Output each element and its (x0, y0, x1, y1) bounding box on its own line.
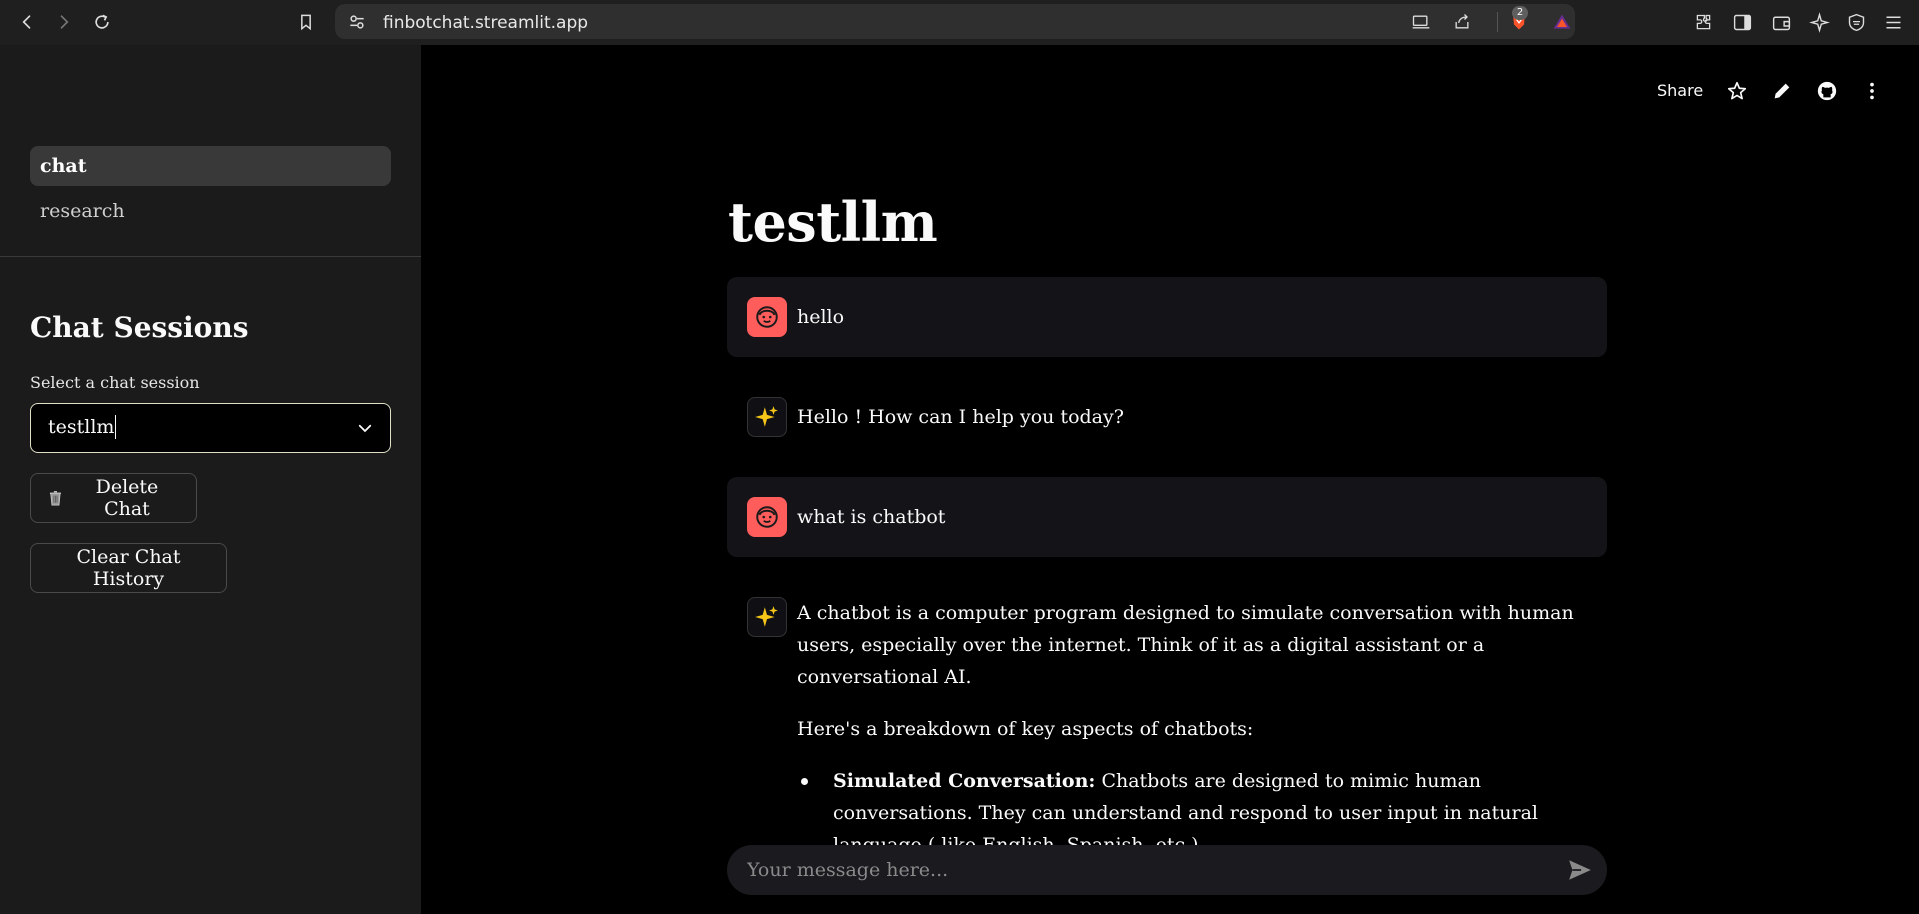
wallet-icon (1772, 16, 1790, 30)
wallet-button[interactable] (1768, 9, 1794, 35)
site-settings-icon[interactable] (347, 12, 367, 32)
github-icon (1817, 81, 1837, 101)
url-text[interactable]: finbotchat.streamlit.app (383, 13, 588, 33)
message-text: Hello ! How can I help you today? (797, 406, 1124, 428)
edit-button[interactable] (1770, 79, 1794, 103)
back-arrow-icon (22, 15, 31, 29)
sidebar: chat research Chat Sessions Select a cha… (0, 45, 421, 914)
page-title: testllm (728, 190, 938, 254)
puzzle-icon (1696, 14, 1710, 29)
sidebar-toggle-button[interactable] (1729, 9, 1755, 35)
star-icon (1727, 81, 1747, 100)
sidebar-item-research[interactable]: research (30, 191, 391, 231)
message-paragraph: A chatbot is a computer program designed… (797, 602, 1574, 688)
chat-message-assistant: Hello ! How can I help you today? (727, 377, 1607, 457)
message-text: hello (797, 306, 845, 328)
reload-icon (95, 14, 109, 29)
clear-chat-label: Clear Chat History (76, 546, 181, 590)
user-avatar (747, 497, 787, 537)
hamburger-menu-icon (1886, 15, 1900, 29)
share-icon (1455, 14, 1469, 29)
user-avatar (747, 297, 787, 337)
face-icon (756, 506, 778, 528)
chat-input-bar (727, 845, 1607, 895)
cast-icon (1412, 15, 1430, 29)
face-icon (756, 306, 778, 328)
shield-count-badge: 2 (1512, 6, 1528, 20)
delete-chat-button[interactable]: Delete Chat (30, 473, 197, 523)
assistant-avatar (747, 397, 787, 437)
chat-message-user: what is chatbot (727, 477, 1607, 557)
chevron-down-icon[interactable] (356, 419, 374, 437)
share-button[interactable]: Share (1657, 81, 1703, 100)
cast-button[interactable] (1409, 10, 1433, 34)
message-text: what is chatbot (797, 506, 946, 528)
sparkle-star-icon (1808, 11, 1830, 33)
chat-message-user: hello (727, 277, 1607, 357)
select-session-label: Select a chat session (30, 373, 200, 392)
chat-message-assistant: A chatbot is a computer program designed… (727, 597, 1607, 867)
delete-chat-label: Delete Chat (95, 476, 159, 520)
sparkles-icon (755, 606, 778, 627)
select-value: testllm (48, 414, 117, 439)
more-options-button[interactable] (1860, 79, 1884, 103)
chat-session-select[interactable]: testllm (30, 403, 391, 453)
message-body: A chatbot is a computer program designed… (797, 597, 1597, 861)
url-separator (1497, 12, 1498, 32)
sidebar-item-chat[interactable]: chat (30, 146, 391, 186)
bookmark-button[interactable] (292, 8, 320, 36)
bullet-title: Simulated Conversation: (833, 770, 1096, 792)
browser-menu-button[interactable] (1880, 9, 1906, 35)
assistant-avatar (747, 597, 787, 637)
sparkles-icon (755, 406, 778, 427)
extensions-button[interactable] (1690, 9, 1716, 35)
shield-icon (1848, 13, 1864, 31)
favorite-button[interactable] (1725, 79, 1749, 103)
address-bar[interactable]: finbotchat.streamlit.app 2 (335, 4, 1575, 39)
text-caret (115, 414, 117, 439)
vertical-dots-icon (1870, 82, 1874, 100)
leo-ai-button[interactable] (1806, 9, 1832, 35)
reload-button[interactable] (88, 8, 116, 36)
sidebar-icon (1733, 14, 1751, 30)
chat-sessions-heading: Chat Sessions (30, 311, 249, 344)
browser-toolbar: finbotchat.streamlit.app 2 (0, 0, 1919, 45)
back-button[interactable] (13, 8, 41, 36)
share-page-button[interactable] (1450, 10, 1474, 34)
send-icon[interactable] (1567, 857, 1593, 883)
forward-button[interactable] (50, 8, 78, 36)
chat-input[interactable] (747, 845, 1527, 895)
bullet-dot (801, 778, 808, 785)
forward-arrow-icon (60, 15, 69, 29)
wastebasket-icon (49, 490, 61, 506)
clear-chat-history-button[interactable]: Clear Chat History (30, 543, 227, 593)
message-paragraph: Here's a breakdown of key aspects of cha… (797, 718, 1254, 740)
brave-rewards-triangle-icon (1553, 14, 1571, 29)
bookmark-icon (301, 14, 311, 31)
main-content: Share testllm hello Hello ! How can I he… (421, 45, 1919, 914)
brave-rewards-button[interactable] (1550, 10, 1574, 34)
pencil-icon (1774, 83, 1790, 99)
sidebar-divider (0, 256, 421, 257)
github-button[interactable] (1815, 79, 1839, 103)
vpn-button[interactable] (1843, 9, 1869, 35)
